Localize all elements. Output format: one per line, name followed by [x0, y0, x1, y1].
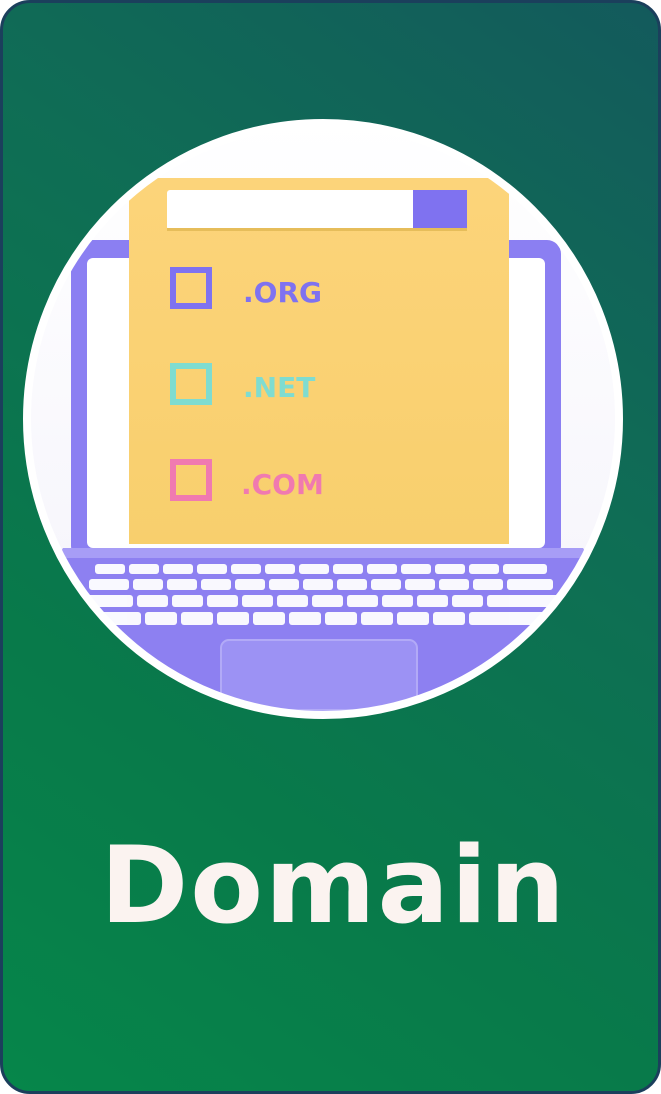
search-button	[413, 190, 467, 230]
touchpad	[220, 639, 418, 711]
card-title: Domain	[100, 824, 567, 947]
option-net-label: .NET	[243, 371, 315, 404]
laptop-domain-illustration: .ORG .NET .COM	[23, 119, 623, 719]
domain-card[interactable]: .ORG .NET .COM Domain	[0, 0, 661, 1094]
option-com-label: .COM	[241, 468, 324, 501]
option-org-label: .ORG	[243, 276, 322, 309]
laptop-keyboard-base	[27, 548, 619, 715]
